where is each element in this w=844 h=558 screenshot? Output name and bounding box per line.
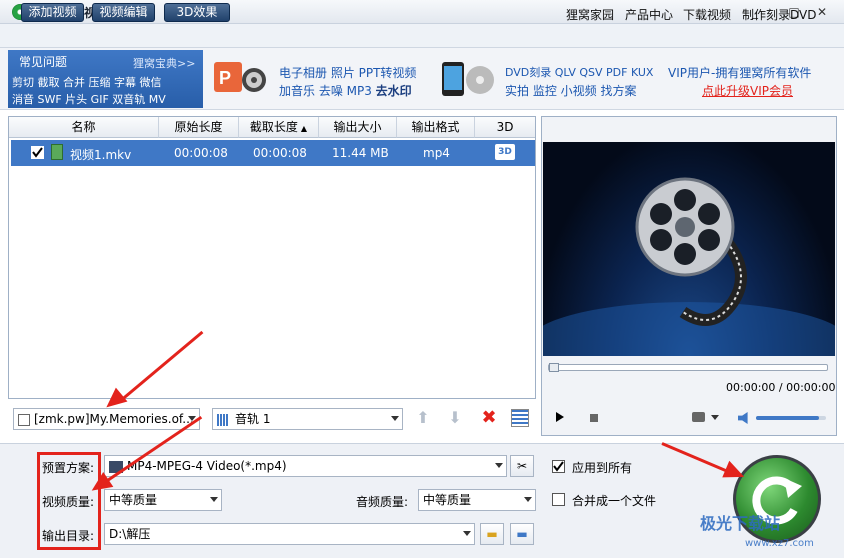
col-name[interactable]: 名称 xyxy=(9,117,159,138)
ppt-line-1[interactable]: 电子相册 照片 PPT转视频 xyxy=(279,64,416,81)
edit-video-button[interactable]: 视频编辑 xyxy=(92,3,155,22)
svg-text:P: P xyxy=(219,68,231,88)
volume-slider[interactable] xyxy=(756,416,826,420)
sort-asc-icon: ▲ xyxy=(300,124,308,133)
seek-thumb[interactable] xyxy=(549,363,559,372)
faq-line-1[interactable]: 剪切 截取 合并 压缩 字幕 微信 xyxy=(12,74,161,90)
col-clip-length[interactable]: 截取长度 ▲ xyxy=(239,117,319,138)
audio-quality-label: 音频质量: xyxy=(356,495,409,509)
faq-title[interactable]: 常见问题 xyxy=(19,53,67,70)
video-quality-select[interactable]: 中等质量 xyxy=(104,489,222,511)
toolbar xyxy=(0,24,844,48)
link-download-video[interactable]: 下载视频 xyxy=(683,6,731,23)
faq-panel: 常见问题 狸窝宝典>> 剪切 截取 合并 压缩 字幕 微信 消音 SWF 片头 … xyxy=(8,50,203,108)
vip-info: VIP用户-拥有狸窝所有软件 xyxy=(668,66,812,80)
col-output-size[interactable]: 输出大小 xyxy=(319,117,397,138)
col-3d[interactable]: 3D xyxy=(475,117,535,138)
stop-icon[interactable] xyxy=(590,414,598,422)
dvd-line-1[interactable]: DVD刻录 QLV QSV PDF KUX xyxy=(505,64,653,80)
vip-upgrade-link[interactable]: 点此升级VIP会员 xyxy=(702,82,793,99)
snapshot-icon[interactable] xyxy=(692,412,705,422)
link-burn-dvd[interactable]: 制作刻录DVD xyxy=(742,6,816,23)
dvd-line-2[interactable]: 实拍 监控 小视频 找方案 xyxy=(505,82,636,99)
col-original-length[interactable]: 原始长度 xyxy=(159,117,239,138)
merge-checkbox[interactable] xyxy=(552,493,565,506)
subtitle-icon xyxy=(18,413,30,426)
video-preview xyxy=(529,142,844,382)
preset-select[interactable]: MP4-MPEG-4 Video(*.mp4) xyxy=(104,455,507,477)
watermark-url: www.xz7.com xyxy=(745,538,814,549)
merge-label[interactable]: 合并成一个文件 xyxy=(572,492,656,509)
watermark-site: 极光下载站 xyxy=(700,514,781,533)
clear-list-icon[interactable] xyxy=(511,409,529,427)
link-home[interactable]: 狸窝家园 xyxy=(566,6,614,23)
add-video-button[interactable]: 添加视频 xyxy=(21,3,84,22)
highlight-box xyxy=(37,452,101,550)
audio-quality-select[interactable]: 中等质量 xyxy=(418,489,536,511)
open-folder-icon[interactable]: ▬ xyxy=(510,523,534,545)
faq-more-link[interactable]: 狸窝宝典>> xyxy=(133,55,195,71)
play-icon[interactable] xyxy=(556,412,564,422)
audio-track-select[interactable]: 音轨 1 xyxy=(212,408,403,430)
row-output-format: mp4 xyxy=(423,146,450,160)
phone-dvd-icon xyxy=(440,56,496,100)
apply-all-checkbox[interactable] xyxy=(552,460,565,473)
preset-settings-icon[interactable]: ✂ xyxy=(510,455,534,477)
row-original-length: 00:00:08 xyxy=(174,146,228,160)
ppt-line-2[interactable]: 加音乐 去噪 MP3 去水印 xyxy=(279,82,412,99)
link-products[interactable]: 产品中心 xyxy=(625,6,673,23)
seek-bar[interactable] xyxy=(548,363,828,372)
time-display: 00:00:00 / 00:00:00 xyxy=(726,381,836,394)
apply-all-label[interactable]: 应用到所有 xyxy=(572,459,632,476)
audio-track-icon xyxy=(217,413,229,426)
move-down-icon[interactable]: ⬇ xyxy=(444,408,466,430)
delete-icon[interactable]: ✖ xyxy=(478,407,500,429)
row-clip-length: 00:00:08 xyxy=(253,146,307,160)
volume-level xyxy=(756,416,819,420)
3d-effect-button[interactable]: 3D效果 xyxy=(164,3,230,22)
col-output-format[interactable]: 输出格式 xyxy=(397,117,475,138)
3d-toggle-icon[interactable]: 3D xyxy=(495,144,515,160)
snapshot-dropdown-icon[interactable] xyxy=(711,415,719,420)
row-checkbox[interactable] xyxy=(31,146,44,159)
row-output-size: 11.44 MB xyxy=(332,146,389,160)
ppt-photo-icon: P xyxy=(210,54,268,100)
browse-folder-icon[interactable]: ▬ xyxy=(480,523,504,545)
video-file-icon xyxy=(51,144,63,160)
row-name: 视频1.mkv xyxy=(70,148,132,162)
output-dir-select[interactable]: D:\解压 xyxy=(104,523,475,545)
subtitle-select[interactable]: [zmk.pw]My.Memories.of... xyxy=(13,408,200,430)
move-up-icon[interactable]: ⬆ xyxy=(412,408,434,430)
table-row[interactable]: 视频1.mkv 00:00:08 00:00:08 11.44 MB mp4 3… xyxy=(11,140,535,166)
faq-line-2[interactable]: 消音 SWF 片头 GIF 双音轨 MV xyxy=(12,91,166,107)
film-reel-icon xyxy=(529,177,844,382)
